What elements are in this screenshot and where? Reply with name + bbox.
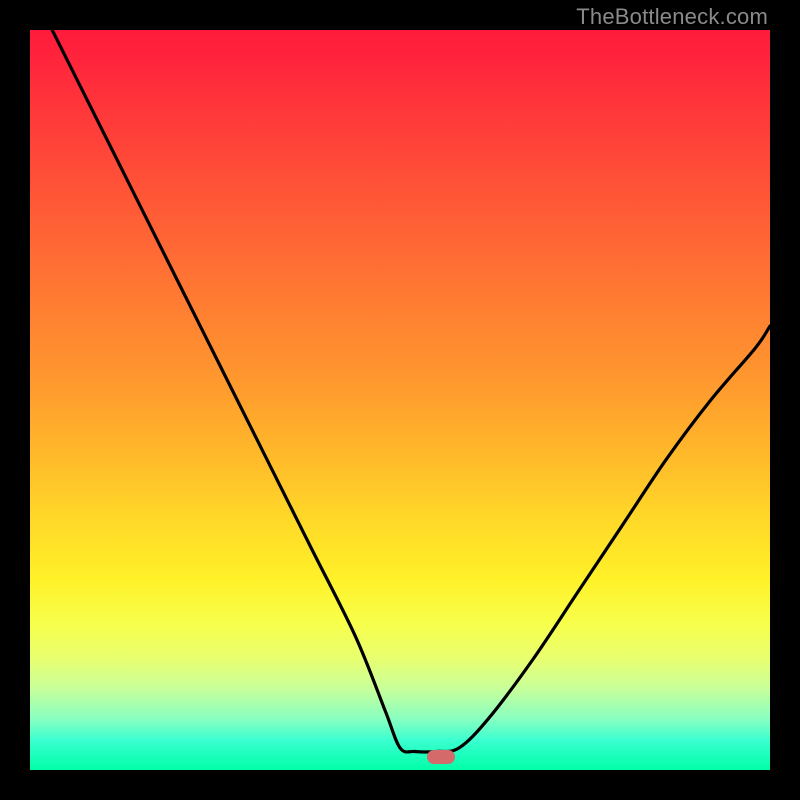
bottleneck-curve — [30, 30, 770, 770]
watermark-text: TheBottleneck.com — [576, 4, 768, 30]
curve-path — [52, 30, 770, 752]
plot-area — [30, 30, 770, 770]
optimum-marker — [427, 750, 455, 764]
chart-stage: TheBottleneck.com — [0, 0, 800, 800]
